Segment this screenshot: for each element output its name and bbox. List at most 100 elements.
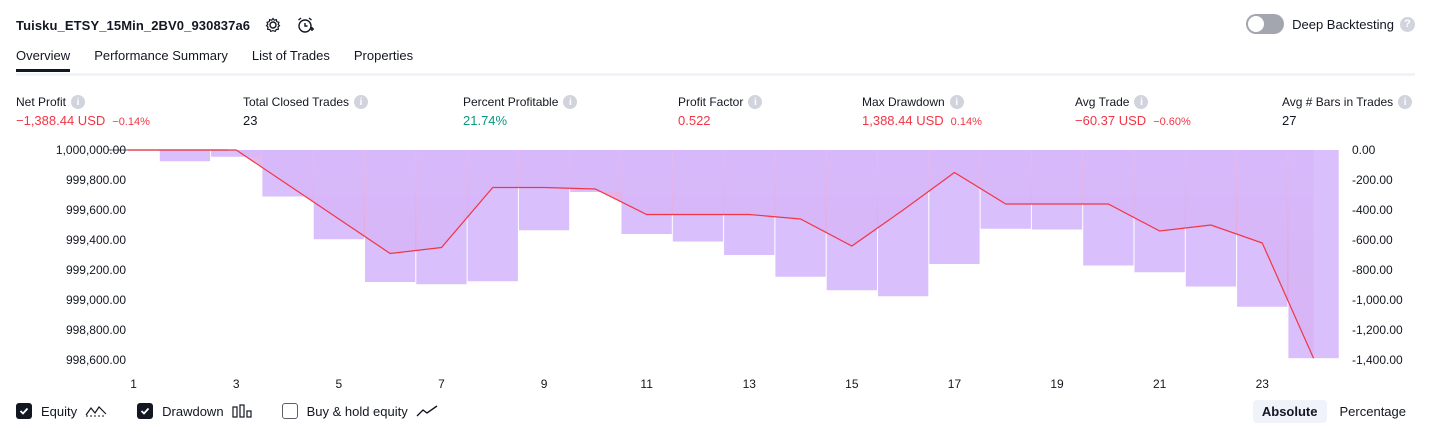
metric-label: Avg # Bars in Trades (1282, 95, 1394, 109)
bar-chart-icon (231, 404, 252, 418)
info-icon[interactable]: i (949, 95, 964, 109)
tab-properties[interactable]: Properties (354, 48, 413, 72)
drawdown-checkbox[interactable] (137, 403, 154, 419)
metric-label: Net Profit (16, 95, 67, 109)
x-axis-label: 5 (336, 377, 343, 391)
x-axis-label: 15 (845, 377, 859, 391)
drawdown-bar (467, 150, 518, 282)
equity-axis-label: 999,000.00 (66, 293, 126, 307)
x-axis-label: 9 (541, 377, 548, 391)
x-axis-label: 17 (948, 377, 962, 391)
metric-max-drawdown: Max Drawdown i 1,388.44 USD 0.14% (862, 94, 982, 128)
equity-axis-label: 998,800.00 (66, 323, 126, 337)
drawdown-axis-label: -800.00 (1352, 263, 1393, 277)
deep-backtesting-label: Deep Backtesting (1292, 16, 1394, 32)
equity-axis: 1,000,000.00 999,800.00 999,600.00 999,400.… (56, 143, 126, 367)
drawdown-label: Drawdown (162, 403, 224, 419)
drawdown-bar (621, 150, 672, 234)
drawdown-bar (1134, 150, 1185, 273)
metric-label: Profit Factor (678, 95, 744, 109)
equity-axis-label: 998,600.00 (66, 353, 126, 367)
metric-percent: −0.60% (1153, 116, 1191, 128)
metric-value: 27 (1282, 113, 1297, 128)
metric-value: 23 (243, 113, 258, 128)
help-icon[interactable]: ? (1400, 16, 1415, 32)
drawdown-axis-label: -200.00 (1352, 173, 1393, 187)
metric-value: −60.37 USD (1075, 113, 1147, 128)
drawdown-bar (1288, 150, 1339, 359)
metric-label: Max Drawdown (862, 95, 945, 109)
x-axis-label: 13 (743, 377, 757, 391)
equity-line-icon (85, 404, 107, 418)
equity-axis-label: 999,800.00 (66, 173, 126, 187)
deep-backtesting-toggle[interactable] (1246, 14, 1285, 34)
drawdown-axis-label: 0.00 (1352, 143, 1376, 157)
drawdown-axis: 0.00 -200.00 -400.00 -600.00 -800.00 -1,000.0… (1352, 143, 1403, 367)
scale-mode-switch: Absolute Percentage (1249, 400, 1415, 423)
legend-buy-hold[interactable]: Buy & hold equity (281, 403, 438, 419)
deep-backtesting: Deep Backtesting ? (1246, 14, 1415, 34)
tab-overview[interactable]: Overview (16, 48, 71, 72)
drawdown-bar (313, 150, 364, 240)
metric-percent-profitable: Percent Profitable i 21.74% (463, 94, 578, 128)
x-axis-label: 1 (130, 377, 137, 391)
metric-value: 21.74% (463, 113, 508, 128)
metric-value: −1,388.44 USD (16, 113, 106, 128)
trend-line-icon (416, 404, 438, 418)
equity-axis-label: 999,600.00 (66, 203, 126, 217)
tab-list-of-trades[interactable]: List of Trades (252, 48, 330, 72)
buy-hold-label: Buy & hold equity (306, 403, 408, 419)
drawdown-bar (365, 150, 416, 282)
tab-divider (16, 73, 1415, 76)
drawdown-bar (929, 150, 980, 264)
tab-performance-summary[interactable]: Performance Summary (94, 48, 228, 72)
buy-hold-checkbox[interactable] (281, 403, 298, 419)
info-icon[interactable]: i (354, 95, 369, 109)
alarm-clock-add-icon[interactable] (296, 16, 315, 34)
info-icon[interactable]: i (1398, 95, 1413, 109)
drawdown-axis-label: -400.00 (1352, 203, 1393, 217)
drawdown-axis-label: -1,200.00 (1352, 323, 1403, 337)
absolute-button[interactable]: Absolute (1252, 400, 1327, 423)
equity-drawdown-chart[interactable]: 1,000,000.00 999,800.00 999,600.00 999,400.… (0, 135, 1431, 400)
equity-label: Equity (41, 403, 78, 419)
percentage-button[interactable]: Percentage (1331, 400, 1416, 423)
drawdown-bar (1031, 150, 1083, 230)
equity-axis-label: 999,400.00 (66, 233, 126, 247)
metric-net-profit: Net Profit i −1,388.44 USD −0.14% (16, 94, 150, 128)
drawdown-axis-label: -1,000.00 (1352, 293, 1403, 307)
info-icon[interactable]: i (563, 95, 578, 109)
drawdown-bar (775, 150, 826, 277)
legend-equity[interactable]: Equity (16, 403, 107, 419)
info-icon[interactable]: i (71, 95, 86, 109)
info-icon[interactable]: i (748, 95, 763, 109)
metric-label: Total Closed Trades (243, 95, 350, 109)
x-axis-label: 3 (233, 377, 240, 391)
x-axis-label: 11 (640, 377, 653, 391)
drawdown-bar (672, 150, 724, 242)
strategy-header: Tuisku_ETSY_15Min_2BV0_930837a6 (16, 14, 315, 36)
strategy-name: Tuisku_ETSY_15Min_2BV0_930837a6 (16, 17, 251, 33)
drawdown-bar (826, 150, 877, 291)
x-axis: 1 3 5 7 9 11 13 15 17 19 21 23 (130, 377, 1269, 391)
gear-icon[interactable] (264, 16, 282, 34)
metric-avg-trade: Avg Trade i −60.37 USD −0.60% (1075, 94, 1191, 128)
metric-value: 1,388.44 USD (862, 113, 944, 128)
drawdown-axis-label: -600.00 (1352, 233, 1393, 247)
legend-drawdown[interactable]: Drawdown (137, 403, 252, 419)
drawdown-bar (518, 150, 570, 231)
x-axis-label: 21 (1153, 377, 1167, 391)
metric-percent: −0.14% (112, 116, 150, 128)
drawdown-bar (159, 150, 211, 162)
drawdown-bar (416, 150, 467, 285)
info-icon[interactable]: i (1134, 95, 1149, 109)
metric-profit-factor: Profit Factor i 0.522 (678, 94, 763, 128)
chart-legend: Equity Drawdown Buy & hold equity (16, 403, 468, 419)
x-axis-label: 19 (1050, 377, 1064, 391)
metric-percent: 0.14% (950, 116, 982, 128)
drawdown-bar (1083, 150, 1134, 266)
equity-checkbox[interactable] (16, 403, 32, 419)
metric-value: 0.522 (678, 113, 711, 128)
drawdown-bar (211, 150, 262, 157)
metric-avg-bars-in-trades: Avg # Bars in Trades i 27 (1282, 94, 1413, 128)
